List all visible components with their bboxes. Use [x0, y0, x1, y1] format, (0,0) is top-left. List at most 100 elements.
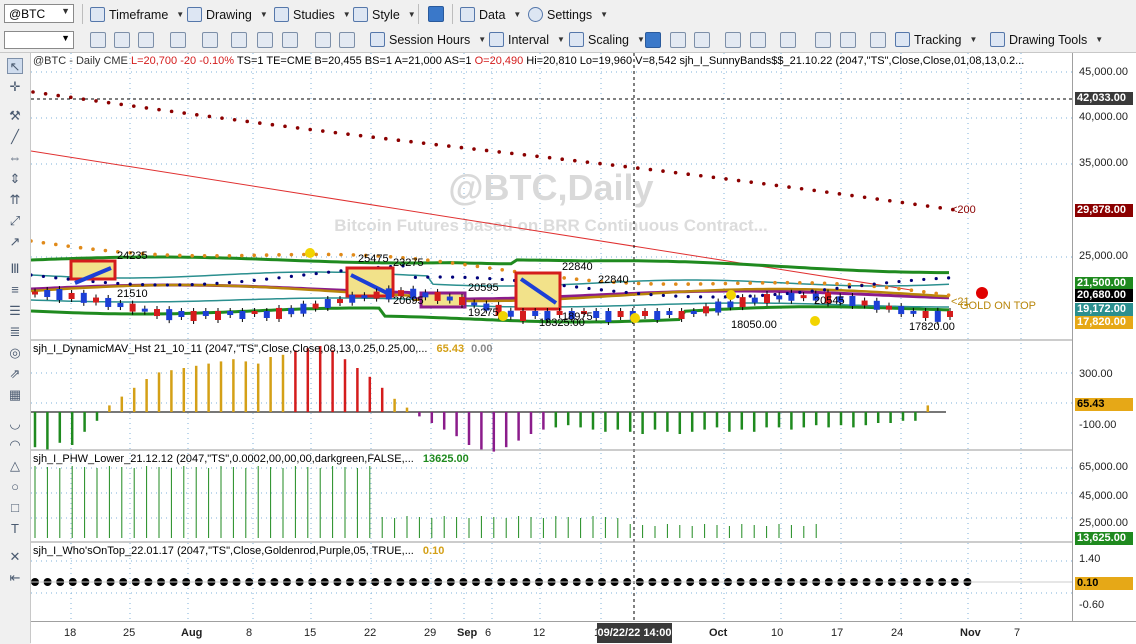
studies-menu[interactable]: Studies ▼	[274, 7, 351, 22]
zoom-search-icon[interactable]	[170, 32, 186, 48]
x-label-7: 7	[1014, 627, 1021, 639]
move-left-icon[interactable]: ⇤	[7, 570, 23, 586]
fib-lines-icon[interactable]: ≡	[7, 282, 23, 298]
drawing-menu[interactable]: Drawing ▼	[187, 7, 268, 22]
vertical-line-icon[interactable]: ⇕	[7, 171, 23, 187]
orange-dot	[686, 282, 690, 286]
settings-small-icon[interactable]	[315, 32, 331, 48]
fib-bars-icon[interactable]: Ⅲ	[7, 261, 23, 277]
crosshair-grid-icon[interactable]	[870, 32, 886, 48]
session-hours-menu[interactable]: Session Hours ▼	[370, 32, 486, 47]
settings-menu[interactable]: Settings ▼	[528, 7, 608, 22]
curve-icon[interactable]: ◠	[7, 437, 23, 453]
compass-icon[interactable]	[202, 32, 218, 48]
panel3-label: sjh_I_PHW_Lower_21.12.12 (2047,"TS",0.00…	[33, 453, 414, 465]
channel-icon[interactable]: ⇈	[7, 192, 23, 208]
x-label-oct: Oct	[709, 627, 728, 639]
chart-canvas[interactable]: @BTC,Daily Bitcoin Futures based on BRR …	[29, 53, 1072, 621]
chart-area[interactable]: @BTC,Daily Bitcoin Futures based on BRR …	[29, 53, 1072, 621]
y-label-25000b: 25,000.00	[1079, 517, 1128, 529]
fib-ext-icon[interactable]: ☰	[7, 303, 23, 319]
navy-dot	[488, 276, 492, 281]
navy-dot	[252, 278, 256, 282]
arrow-up-icon[interactable]: △	[7, 458, 23, 474]
panel-icon[interactable]	[780, 32, 796, 48]
tracking-icon	[895, 32, 910, 47]
candlestick-icon[interactable]	[670, 32, 686, 48]
x-label-29: 29	[424, 627, 437, 639]
chart-wave-icon[interactable]	[257, 32, 273, 48]
horizontal-line-icon[interactable]: ⇔	[7, 150, 23, 166]
candle-body	[93, 297, 99, 303]
ma200-dot	[207, 114, 212, 119]
orange-dot	[661, 282, 666, 286]
interval-menu[interactable]: Interval ▼	[489, 32, 565, 47]
rectangle-icon[interactable]: □	[7, 500, 23, 516]
price-axis[interactable]: 45,000.00 42,033.00 40,000.00 35,000.00 …	[1072, 53, 1136, 621]
link-icon[interactable]	[428, 6, 444, 22]
orange-dot	[587, 278, 591, 283]
candle-body	[361, 295, 368, 299]
navy-dot	[748, 294, 752, 298]
panel4-value: 0.10	[422, 545, 445, 557]
candle-body	[788, 292, 795, 301]
candle-body	[459, 297, 465, 306]
orange-dot	[934, 291, 938, 296]
gann-icon[interactable]: ◎	[7, 345, 23, 361]
ray-icon[interactable]: ⤢	[7, 213, 23, 229]
chart-area-icon[interactable]	[282, 32, 298, 48]
grid-lines-icon[interactable]: ▦	[7, 387, 23, 403]
timeframe-menu[interactable]: Timeframe ▼	[90, 7, 184, 22]
data-menu[interactable]: Data ▼	[460, 7, 521, 22]
orange-dot	[574, 277, 579, 282]
ma200-dot	[220, 116, 224, 120]
style-menu[interactable]: Style ▼	[353, 7, 416, 22]
volume-bars-icon[interactable]	[725, 32, 741, 48]
navy-dot	[909, 278, 914, 283]
dot-bars-icon[interactable]	[750, 32, 766, 48]
fib-time-icon[interactable]: ≣	[7, 324, 23, 340]
y-label-65000: 65,000.00	[1079, 461, 1128, 473]
drawing-tools-menu[interactable]: Drawing Tools ▼	[990, 32, 1103, 47]
navy-dot	[500, 277, 504, 282]
navy-dot	[29, 273, 33, 277]
navy-dot	[413, 275, 417, 280]
grid-icon[interactable]	[138, 32, 154, 48]
text-icon[interactable]: T	[7, 521, 23, 537]
ma200-dot	[144, 106, 149, 110]
trendline-icon[interactable]: ╱	[7, 129, 23, 145]
ma200-dot	[598, 161, 602, 166]
time-axis[interactable]: 18 25 Aug 8 15 22 29 Sep 6 12 19 09/22/2…	[31, 621, 1136, 644]
ma200-dot	[610, 163, 615, 167]
insert-icon[interactable]	[339, 32, 355, 48]
x-label-10: 10	[771, 627, 784, 639]
interval-input[interactable]: ▼	[4, 31, 74, 49]
symbol-input[interactable]: @BTC ▼	[4, 4, 74, 23]
orange-dot	[649, 282, 653, 286]
ohlc-bars-icon[interactable]	[645, 32, 661, 48]
scaling-menu[interactable]: Scaling ▼	[569, 32, 645, 47]
orange-dot	[785, 280, 790, 285]
candle-hollow-icon[interactable]	[694, 32, 710, 48]
ma200-dot	[346, 132, 350, 136]
zoom-out-icon[interactable]	[840, 32, 856, 48]
delete-drawing-icon[interactable]: ✕	[7, 549, 23, 565]
orange-dot	[190, 253, 194, 258]
orange-dot	[351, 253, 356, 257]
speed-lines-icon[interactable]: ⇗	[7, 366, 23, 382]
navy-dot	[686, 295, 690, 299]
orange-dot	[723, 281, 728, 286]
refresh-icon[interactable]	[90, 32, 106, 48]
panel2-label: sjh_I_DynamicMAV_Hst 21_10_11 (2047,"TS"…	[33, 343, 428, 355]
orange-dot	[674, 282, 678, 286]
circle-icon[interactable]: ○	[7, 479, 23, 495]
wrench-icon[interactable]: ⚒	[7, 108, 23, 124]
link-chart-icon[interactable]	[114, 32, 130, 48]
crosshair-icon[interactable]: ✛	[7, 79, 23, 95]
arc-icon[interactable]: ◡	[7, 416, 23, 432]
zoom-in-icon[interactable]	[815, 32, 831, 48]
tracking-menu[interactable]: Tracking ▼	[895, 32, 977, 47]
chart-line-icon[interactable]	[231, 32, 247, 48]
pointer-icon[interactable]: ↖	[7, 58, 23, 74]
extended-line-icon[interactable]: ↗	[7, 234, 23, 250]
